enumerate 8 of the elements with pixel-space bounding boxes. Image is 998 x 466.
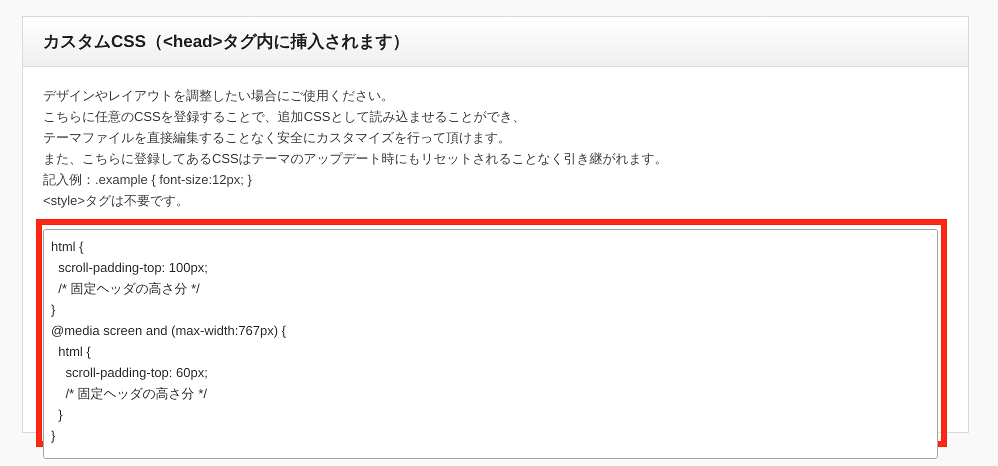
description-text: 記入例：.example { font-size:12px; }: [43, 171, 253, 189]
description-text: また、こちらに登録してあるCSSはテーマのアップデート時にもリセットされることなく引き継がれます。: [43, 150, 669, 168]
description-text: デザインやレイアウトを調整したい場合にご使用ください。: [43, 87, 395, 105]
css-input-field[interactable]: html { scroll-padding-top: 100px; /* 固定ヘッダの高さ分 */ } @media screen and (max-width:767px) { html { scroll-padding-top: 60px; /* 固定ヘッダの高さ分 */ } }: [43, 229, 938, 459]
description-text: こちらに任意のCSSを登録することで、追加CSSとして読み込ませることができ、: [43, 108, 526, 126]
panel-title: カスタムCSS（<head>タグ内に挿入されます）: [43, 30, 410, 53]
description-text: <style>タグは不要です。: [43, 192, 190, 210]
description-text: テーマファイルを直接編集することなく安全にカスタマイズを行って頂けます。: [43, 129, 512, 147]
